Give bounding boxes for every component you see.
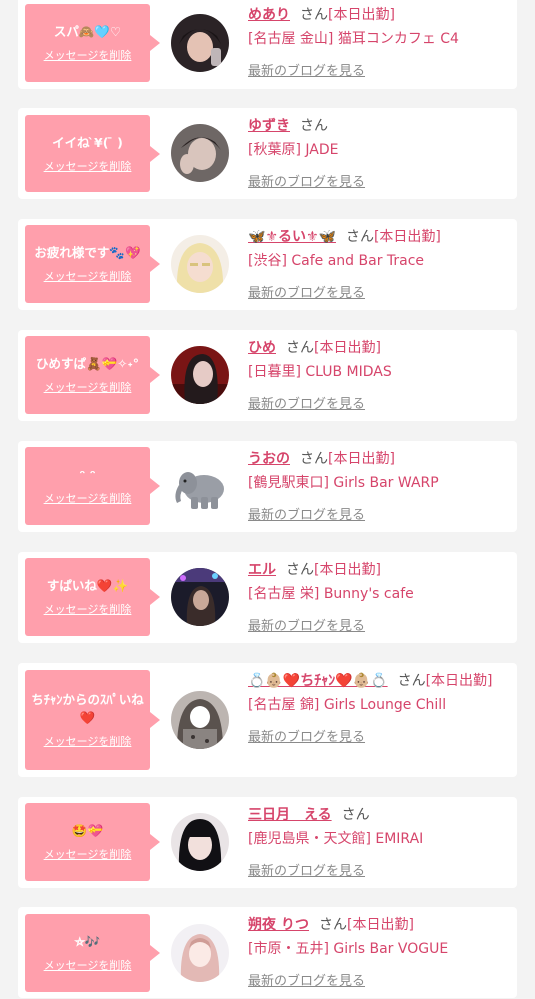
avatar[interactable] bbox=[171, 691, 229, 749]
delete-message-link[interactable]: メッセージを削除 bbox=[44, 733, 132, 749]
message-text: スパ🙈🩵♡ bbox=[53, 24, 122, 39]
message-text: イイね ̀¥( ̄ ) bbox=[52, 134, 123, 150]
latest-blog-link[interactable]: 最新のブログを見る bbox=[248, 726, 511, 745]
latest-blog-link[interactable]: 最新のブログを見る bbox=[248, 393, 511, 412]
message-bubble: ⛤🎶 メッセージを削除 bbox=[25, 914, 160, 992]
message-text: すぱいね❤️✨ bbox=[46, 578, 129, 593]
status-text: [本日出勤] bbox=[328, 451, 395, 467]
message-bubble: 🤩💝 メッセージを削除 bbox=[25, 803, 160, 881]
shop-text: [鶴見駅東口] Girls Bar WARP bbox=[248, 475, 439, 491]
avatar[interactable] bbox=[171, 568, 229, 626]
message-bubble: ちﾁｬﾝからのｽﾊﾟいね❤️ メッセージを削除 bbox=[25, 670, 160, 770]
list-item: スパ🙈🩵♡ メッセージを削除 めあり さん[本日出勤] [名古屋 金山] 猫耳コン… bbox=[18, 0, 517, 89]
honorific: さん bbox=[345, 229, 374, 245]
latest-blog-link[interactable]: 最新のブログを見る bbox=[248, 171, 511, 190]
latest-blog-link[interactable]: 最新のブログを見る bbox=[248, 282, 511, 301]
list-item: ᵔ ᵔ メッセージを削除 うおの さん[本日出勤] [鶴見駅東口] Girls B… bbox=[18, 441, 517, 532]
message-bubble: すぱいね❤️✨ メッセージを削除 bbox=[25, 558, 160, 636]
honorific: さん bbox=[319, 917, 348, 933]
info: 三日月 える さん [鹿児島県・天文館] EMIRAI 最新のブログを見る bbox=[248, 805, 511, 879]
info: めあり さん[本日出勤] [名古屋 金山] 猫耳コンカフェ C4 最新のブログを見… bbox=[248, 5, 511, 79]
info: うおの さん[本日出勤] [鶴見駅東口] Girls Bar WARP 最新のブロ… bbox=[248, 449, 511, 523]
status-text: [本日出勤] bbox=[347, 917, 414, 933]
latest-blog-link[interactable]: 最新のブログを見る bbox=[248, 60, 511, 79]
shop-text: [名古屋 栄] Bunny's cafe bbox=[248, 586, 414, 602]
message-list: スパ🙈🩵♡ メッセージを削除 めあり さん[本日出勤] [名古屋 金山] 猫耳コン… bbox=[0, 0, 535, 999]
avatar[interactable] bbox=[171, 813, 229, 871]
delete-message-link[interactable]: メッセージを削除 bbox=[44, 268, 132, 284]
message-bubble: スパ🙈🩵♡ メッセージを削除 bbox=[25, 4, 160, 82]
delete-message-link[interactable]: メッセージを削除 bbox=[44, 490, 132, 506]
cast-name-link[interactable]: エル bbox=[248, 562, 276, 578]
shop-text: [名古屋 錦] Girls Lounge Chill bbox=[248, 697, 447, 713]
message-text: お疲れ様です🐾💖 bbox=[34, 245, 141, 260]
shop-text: [渋谷] Cafe and Bar Trace bbox=[248, 253, 425, 269]
cast-name-link[interactable]: 💍👶🏼❤️ちﾁｬﾝ❤️👶🏼💍 bbox=[248, 673, 388, 689]
status-text: [本日出勤] bbox=[328, 7, 395, 23]
avatar[interactable] bbox=[171, 924, 229, 982]
honorific: さん bbox=[286, 562, 314, 578]
message-text: 🤩💝 bbox=[71, 823, 104, 838]
message-bubble: イイね ̀¥( ̄ ) メッセージを削除 bbox=[25, 115, 160, 192]
status-text: [本日出勤] bbox=[373, 229, 441, 245]
list-item: イイね ̀¥( ̄ ) メッセージを削除 ゆずき さん [秋葉原] JADE 最新… bbox=[18, 108, 517, 199]
latest-blog-link[interactable]: 最新のブログを見る bbox=[248, 860, 511, 879]
cast-name-link[interactable]: 朔夜 りつ bbox=[248, 917, 309, 933]
info: ゆずき さん [秋葉原] JADE 最新のブログを見る bbox=[248, 116, 511, 190]
message-bubble: ひめすぱ🧸💝✧˖° メッセージを削除 bbox=[25, 336, 160, 414]
status-text: [本日出勤] bbox=[314, 340, 381, 356]
status-text: [本日出勤] bbox=[425, 673, 493, 689]
info: 🦋⚜るい⚜🦋 さん[本日出勤] [渋谷] Cafe and Bar Trace 最… bbox=[248, 227, 511, 301]
info: 💍👶🏼❤️ちﾁｬﾝ❤️👶🏼💍 さん[本日出勤] [名古屋 錦] Girls Lou… bbox=[248, 671, 511, 745]
list-item: ひめすぱ🧸💝✧˖° メッセージを削除 ひめ さん[本日出勤] [日暮里] CLUB… bbox=[18, 330, 517, 421]
delete-message-link[interactable]: メッセージを削除 bbox=[44, 47, 132, 63]
honorific: さん bbox=[300, 7, 328, 23]
delete-message-link[interactable]: メッセージを削除 bbox=[44, 379, 132, 395]
cast-name-link[interactable]: ゆずき bbox=[248, 118, 290, 134]
list-item: お疲れ様です🐾💖 メッセージを削除 🦋⚜るい⚜🦋 さん[本日出勤] [渋谷] Ca… bbox=[18, 219, 517, 310]
list-item: すぱいね❤️✨ メッセージを削除 エル さん[本日出勤] [名古屋 栄] Bunn… bbox=[18, 552, 517, 643]
latest-blog-link[interactable]: 最新のブログを見る bbox=[248, 615, 511, 634]
cast-name-link[interactable]: 🦋⚜るい⚜🦋 bbox=[248, 229, 336, 245]
shop-text: [日暮里] CLUB MIDAS bbox=[248, 364, 392, 380]
honorific: さん bbox=[300, 118, 328, 134]
shop-text: [市原・五井] Girls Bar VOGUE bbox=[248, 941, 449, 957]
shop-text: [秋葉原] JADE bbox=[248, 142, 339, 158]
delete-message-link[interactable]: メッセージを削除 bbox=[44, 158, 132, 174]
honorific: さん bbox=[397, 673, 426, 689]
status-text: [本日出勤] bbox=[314, 562, 381, 578]
honorific: さん bbox=[341, 807, 370, 823]
honorific: さん bbox=[300, 451, 328, 467]
avatar[interactable] bbox=[171, 346, 229, 404]
cast-name-link[interactable]: ひめ bbox=[248, 340, 276, 356]
delete-message-link[interactable]: メッセージを削除 bbox=[44, 957, 132, 973]
list-item: ⛤🎶 メッセージを削除 朔夜 りつ さん[本日出勤] [市原・五井] Girls … bbox=[18, 907, 517, 998]
shop-text: [鹿児島県・天文館] EMIRAI bbox=[248, 831, 424, 847]
info: エル さん[本日出勤] [名古屋 栄] Bunny's cafe 最新のブログを見… bbox=[248, 560, 511, 634]
list-item: 🤩💝 メッセージを削除 三日月 える さん [鹿児島県・天文館] EMIRAI 最… bbox=[18, 797, 517, 888]
elephant-avatar[interactable] bbox=[171, 459, 229, 517]
avatar[interactable] bbox=[171, 235, 229, 293]
shop-text: [名古屋 金山] 猫耳コンカフェ C4 bbox=[248, 31, 459, 47]
delete-message-link[interactable]: メッセージを削除 bbox=[44, 846, 132, 862]
message-text: ᵔ ᵔ bbox=[79, 467, 96, 482]
info: ひめ さん[本日出勤] [日暮里] CLUB MIDAS 最新のブログを見る bbox=[248, 338, 511, 412]
message-bubble: お疲れ様です🐾💖 メッセージを削除 bbox=[25, 225, 160, 303]
delete-message-link[interactable]: メッセージを削除 bbox=[44, 601, 132, 617]
message-text: ちﾁｬﾝからのｽﾊﾟいね❤️ bbox=[31, 692, 144, 725]
cast-name-link[interactable]: めあり bbox=[248, 7, 290, 23]
cast-name-link[interactable]: うおの bbox=[248, 451, 290, 467]
latest-blog-link[interactable]: 最新のブログを見る bbox=[248, 504, 511, 523]
message-text: ⛤🎶 bbox=[74, 934, 101, 949]
latest-blog-link[interactable]: 最新のブログを見る bbox=[248, 970, 511, 989]
cast-name-link[interactable]: 三日月 える bbox=[248, 807, 332, 823]
avatar[interactable] bbox=[171, 14, 229, 72]
avatar[interactable] bbox=[171, 124, 229, 182]
info: 朔夜 りつ さん[本日出勤] [市原・五井] Girls Bar VOGUE 最新… bbox=[248, 915, 511, 989]
message-bubble: ᵔ ᵔ メッセージを削除 bbox=[25, 447, 160, 525]
list-item: ちﾁｬﾝからのｽﾊﾟいね❤️ メッセージを削除 💍👶🏼❤️ちﾁｬﾝ❤️👶🏼💍 さん… bbox=[18, 663, 517, 777]
honorific: さん bbox=[286, 340, 314, 356]
message-text: ひめすぱ🧸💝✧˖° bbox=[35, 356, 140, 371]
